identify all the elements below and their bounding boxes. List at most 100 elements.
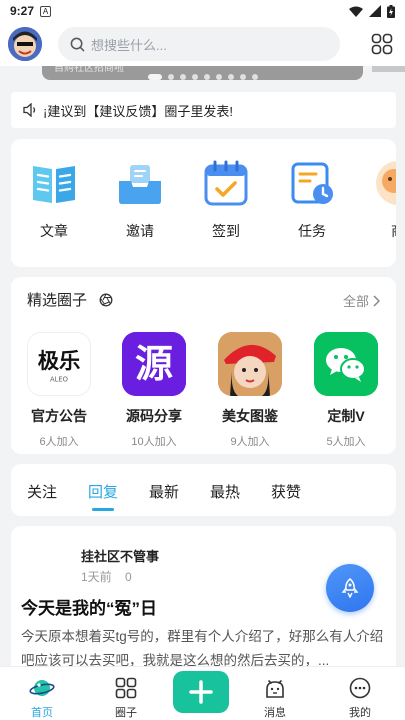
circle-member-count: 9人加入 (230, 436, 270, 448)
circle-logo-text: 源 (135, 342, 173, 386)
carousel-dot (180, 74, 186, 80)
circle-logo-source-code: 源 (122, 332, 186, 396)
action-task[interactable]: 任务 (282, 157, 342, 241)
action-checkin[interactable]: 签到 (196, 157, 256, 241)
quick-actions-panel: 文章 邀请 签到 任务 (11, 139, 396, 267)
featured-circles-header: 精选圈子 (27, 289, 113, 310)
chat-dots-icon (349, 677, 371, 699)
create-post-button[interactable] (173, 671, 229, 713)
search-bar[interactable]: 想搜些什么... (58, 27, 340, 61)
action-label: 商 (368, 221, 396, 241)
tab-replies[interactable]: 回复 (88, 481, 118, 502)
search-icon (70, 37, 85, 51)
featured-circles-panel: 精选圈子 全部 极乐 ALEO 官方公告 6人加入 源 源码分享 10人加入 美… (11, 277, 396, 454)
active-tab-indicator (92, 508, 114, 511)
grid-icon (115, 677, 137, 699)
circle-card[interactable]: 源 源码分享 10人加入 (110, 332, 198, 449)
circle-card[interactable]: 美女图鉴 9人加入 (206, 332, 294, 449)
inbox-icon (114, 157, 166, 209)
tab-liked[interactable]: 获赞 (271, 481, 301, 502)
calendar-check-icon (200, 157, 252, 209)
post-time: 1天前 (81, 570, 112, 584)
nav-label: 消息 (264, 707, 286, 719)
user-avatar[interactable] (8, 27, 42, 61)
action-invite[interactable]: 邀请 (110, 157, 170, 241)
apps-grid-icon (371, 33, 393, 55)
nav-label: 圈子 (115, 707, 137, 719)
carousel-dot (168, 74, 174, 80)
action-store[interactable]: 商 (368, 157, 396, 241)
nav-label: 首页 (31, 707, 53, 719)
nav-circles[interactable]: 圈子 (96, 673, 156, 720)
nav-home[interactable]: 首页 (12, 673, 72, 720)
view-all-label: 全部 (342, 294, 369, 309)
carousel-dot-active (148, 74, 162, 80)
book-icon (28, 157, 80, 209)
circle-card[interactable]: 极乐 ALEO 官方公告 6人加入 (15, 332, 103, 449)
circle-member-count: 6人加入 (39, 436, 79, 448)
wechat-icon (314, 332, 378, 396)
store-icon (372, 157, 396, 209)
post-author[interactable]: 挂社区不管事 (81, 546, 159, 565)
status-bar: 9:27 A (0, 0, 405, 22)
tab-hottest[interactable]: 最热 (210, 481, 240, 502)
carousel-dot (204, 74, 210, 80)
carousel-dot (252, 74, 258, 80)
circle-name: 定制V (327, 408, 365, 424)
carousel-dot (192, 74, 198, 80)
action-article[interactable]: 文章 (24, 157, 84, 241)
carousel-indicator (148, 74, 258, 80)
notification-a-icon: A (40, 5, 52, 17)
nav-profile[interactable]: 我的 (330, 673, 390, 720)
feed-tabs: 关注 回复 最新 最热 获赞 (11, 464, 396, 516)
circle-card[interactable]: 定制V 5人加入 (302, 332, 390, 449)
nav-messages[interactable]: 消息 (245, 673, 305, 720)
circle-logo-photo (218, 332, 282, 396)
circle-member-count: 10人加入 (131, 436, 177, 448)
carousel-dot (228, 74, 234, 80)
circle-member-count: 5人加入 (326, 436, 366, 448)
banner-next-slide (372, 66, 405, 72)
search-placeholder: 想搜些什么... (91, 37, 167, 53)
post-view-count: 0 (125, 570, 132, 584)
circle-name: 源码分享 (126, 408, 182, 424)
carousel-dot (216, 74, 222, 80)
action-label: 签到 (212, 223, 240, 239)
rocket-icon (341, 578, 359, 598)
post-title: 今天是我的“冤”日 (21, 599, 157, 618)
action-label: 文章 (40, 223, 68, 239)
circle-logo-announcements: 极乐 ALEO (27, 332, 91, 396)
tab-latest[interactable]: 最新 (149, 481, 179, 502)
post-meta: 1天前 0 (81, 568, 132, 585)
circle-logo-text: 极乐 (38, 349, 81, 374)
battery-icon (387, 4, 395, 18)
top-bar: 想搜些什么... (0, 22, 405, 66)
planet-icon (29, 680, 55, 696)
tab-follow[interactable]: 关注 (27, 481, 57, 502)
chevron-right-icon (373, 294, 380, 307)
banner-caption: 自购社区招商啦 (54, 66, 124, 74)
announcement-bar[interactable]: ¡建议到【建议反馈】圈子里发表! (11, 92, 396, 128)
action-label: 任务 (298, 223, 326, 239)
avatar-image (8, 27, 42, 61)
circle-logo-subtext: ALEO (50, 375, 68, 383)
task-clock-icon (286, 157, 338, 209)
bell-face-icon (266, 680, 284, 698)
carousel-dot (240, 74, 246, 80)
circle-name: 美女图鉴 (222, 408, 278, 424)
aperture-icon (99, 293, 113, 306)
apps-grid-button[interactable] (367, 29, 397, 59)
plus-icon (189, 680, 213, 704)
view-all-circles-link[interactable]: 全部 (343, 291, 380, 310)
announcement-text: ¡建议到【建议反馈】圈子里发表! (43, 103, 233, 119)
featured-circles-title: 精选圈子 (27, 292, 88, 309)
circle-name: 官方公告 (31, 408, 87, 424)
signal-icon (369, 5, 381, 17)
bottom-navigation: 首页 圈子 消息 我的 (0, 666, 405, 720)
action-label: 邀请 (126, 223, 154, 239)
status-time: 9:27 (10, 4, 35, 18)
floating-rocket-button[interactable] (326, 564, 374, 612)
wifi-icon (349, 6, 363, 17)
nav-label: 我的 (349, 707, 371, 719)
speaker-icon (23, 103, 36, 117)
